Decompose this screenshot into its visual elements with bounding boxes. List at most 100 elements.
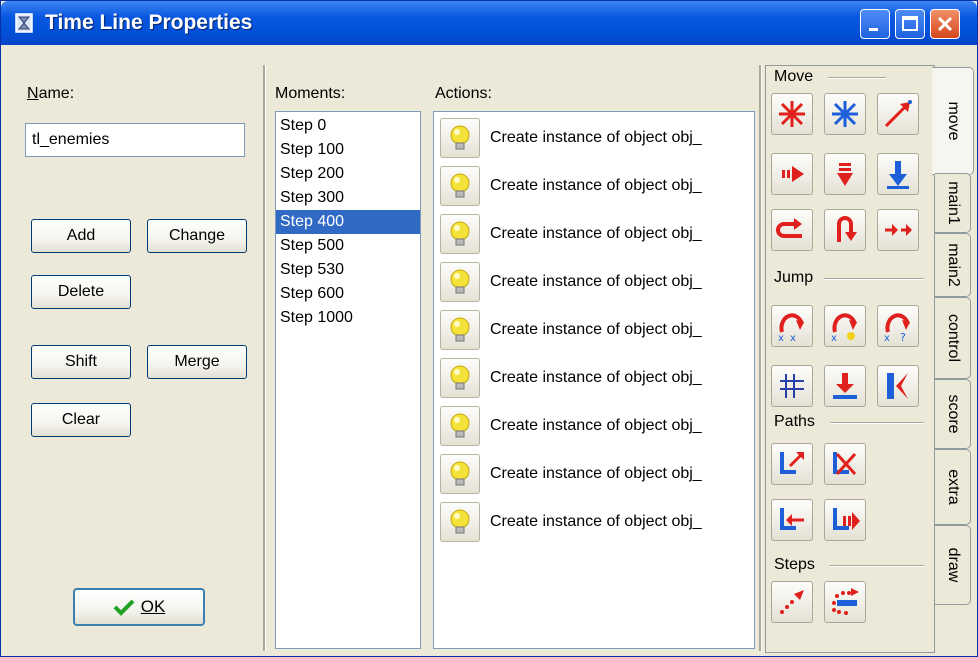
speed-vertical-button[interactable] (824, 153, 866, 195)
shift-button[interactable]: Shift (31, 345, 131, 379)
set-gravity-icon (887, 161, 909, 189)
clear-button[interactable]: Clear (31, 403, 131, 437)
jump-to-position-icon: xx (778, 313, 804, 342)
set-path-icon (780, 452, 804, 474)
window-title: Time Line Properties (45, 11, 253, 34)
paths-group-line (830, 422, 924, 424)
step-avoiding-icon (832, 588, 859, 615)
close-button[interactable] (930, 9, 960, 39)
delete-button[interactable]: Delete (31, 275, 131, 309)
ok-button[interactable]: OK (73, 588, 205, 626)
action-item[interactable]: Create instance of object obj_ (440, 500, 754, 544)
action-label: Create instance of object obj_ (490, 513, 702, 530)
jump-random-icon: x? (884, 313, 910, 342)
action-label: Create instance of object obj_ (490, 417, 702, 434)
move-to-contact-button[interactable] (877, 365, 919, 407)
maximize-button[interactable] (895, 9, 925, 39)
actions-list[interactable]: Create instance of object obj_ Create ins… (433, 111, 755, 649)
tab-main1-label: main1 (944, 181, 962, 225)
action-item[interactable]: Create instance of object obj_ (440, 452, 754, 496)
jump-to-start-button[interactable]: x (824, 305, 866, 347)
moment-item[interactable]: Step 530 (276, 258, 420, 282)
tab-control[interactable]: control (935, 297, 971, 379)
action-item[interactable]: Create instance of object obj_ (440, 260, 754, 304)
moment-item[interactable]: Step 500 (276, 234, 420, 258)
minimize-button[interactable] (860, 9, 890, 39)
maximize-icon (902, 16, 918, 31)
tab-draw-label: draw (944, 547, 962, 583)
move-fixed-icon (779, 101, 805, 127)
moment-item-selected[interactable]: Step 400 (276, 210, 420, 234)
move-free-button[interactable] (824, 93, 866, 135)
add-button[interactable]: Add (31, 219, 131, 253)
action-item[interactable]: Create instance of object obj_ (440, 356, 754, 400)
tab-move[interactable]: move (932, 67, 974, 175)
jump-random-button[interactable]: x? (877, 305, 919, 347)
moment-item[interactable]: Step 1000 (276, 306, 420, 330)
move-towards-button[interactable] (877, 93, 919, 135)
svg-text:x: x (884, 333, 890, 342)
tab-main2[interactable]: main2 (935, 233, 971, 297)
move-free-icon (832, 101, 858, 127)
end-path-icon (833, 452, 857, 476)
merge-button[interactable]: Merge (147, 345, 247, 379)
tab-extra[interactable]: extra (935, 449, 971, 525)
path-speed-button[interactable] (824, 499, 866, 541)
moment-item[interactable]: Step 0 (276, 114, 420, 138)
set-friction-button[interactable] (877, 209, 919, 251)
speed-horizontal-icon (782, 166, 804, 182)
moment-item[interactable]: Step 300 (276, 186, 420, 210)
tab-move-label: move (944, 101, 962, 141)
svg-text:x: x (790, 333, 796, 342)
reverse-horizontal-button[interactable] (771, 209, 813, 251)
svg-text:x: x (831, 333, 837, 342)
move-group-label: Move (774, 68, 818, 86)
action-item[interactable]: Create instance of object obj_ (440, 164, 754, 208)
moment-item[interactable]: Step 600 (276, 282, 420, 306)
lightbulb-icon (440, 454, 480, 494)
change-button[interactable]: Change (147, 219, 247, 253)
step-avoiding-button[interactable] (824, 581, 866, 623)
moments-label: Moments: (275, 85, 346, 102)
svg-text:x: x (778, 333, 784, 342)
jump-to-position-button[interactable]: xx (771, 305, 813, 347)
jump-to-start-icon: x (831, 313, 857, 342)
wrap-screen-button[interactable] (824, 365, 866, 407)
reverse-horizontal-icon (776, 218, 802, 238)
reverse-vertical-button[interactable] (824, 209, 866, 251)
time-line-properties-window: Time Line Properties Name: Add Change De… (0, 0, 978, 657)
moment-item[interactable]: Step 100 (276, 138, 420, 162)
contact-icon (887, 373, 908, 399)
minimize-icon (869, 28, 878, 31)
move-group-line (828, 77, 886, 79)
wrap-screen-icon (833, 373, 857, 399)
action-item[interactable]: Create instance of object obj_ (440, 308, 754, 352)
tab-main2-label: main2 (944, 243, 962, 287)
set-gravity-button[interactable] (877, 153, 919, 195)
align-grid-icon (780, 374, 804, 398)
align-to-grid-button[interactable] (771, 365, 813, 407)
action-item[interactable]: Create instance of object obj_ (440, 116, 754, 160)
speed-horizontal-button[interactable] (771, 153, 813, 195)
tab-draw[interactable]: draw (935, 525, 971, 605)
step-towards-button[interactable] (771, 581, 813, 623)
moment-item[interactable]: Step 200 (276, 162, 420, 186)
svg-text:?: ? (900, 331, 906, 342)
name-input[interactable] (25, 123, 245, 157)
action-label: Create instance of object obj_ (490, 177, 702, 194)
path-position-button[interactable] (771, 499, 813, 541)
tab-score[interactable]: score (935, 379, 971, 449)
right-separator (759, 65, 762, 651)
jump-group-label: Jump (774, 269, 818, 287)
paths-group-label: Paths (774, 413, 819, 431)
action-label: Create instance of object obj_ (490, 465, 702, 482)
action-item[interactable]: Create instance of object obj_ (440, 404, 754, 448)
move-fixed-button[interactable] (771, 93, 813, 135)
end-path-button[interactable] (824, 443, 866, 485)
action-item[interactable]: Create instance of object obj_ (440, 212, 754, 256)
tab-main1[interactable]: main1 (935, 173, 971, 233)
moments-list[interactable]: Step 0 Step 100 Step 200 Step 300 Step 4… (275, 111, 421, 649)
title-bar[interactable]: Time Line Properties (1, 1, 977, 45)
tab-extra-label: extra (944, 469, 962, 505)
set-path-button[interactable] (771, 443, 813, 485)
